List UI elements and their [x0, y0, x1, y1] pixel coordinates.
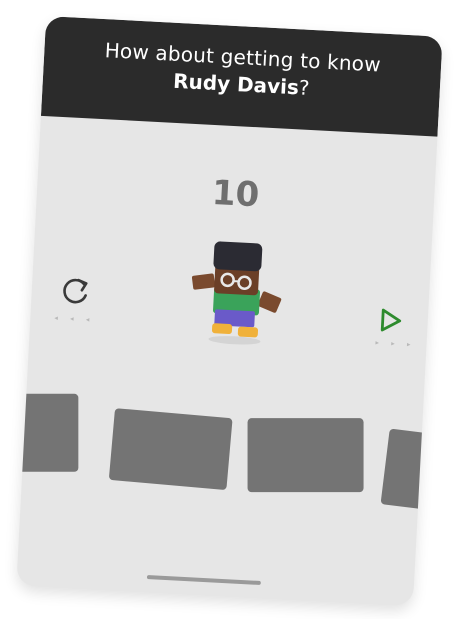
score-counter: 10 [210, 172, 261, 216]
player-character[interactable] [179, 234, 295, 350]
question-mark: ? [298, 75, 311, 100]
answer-tile[interactable] [16, 393, 79, 472]
avatar-sprite [191, 241, 282, 345]
play-icon [380, 308, 402, 332]
game-screen: How about getting to know Rudy Davis? 10… [0, 0, 459, 619]
left-hint-dots: ◂ ◂ ◂ [54, 313, 95, 324]
refresh-icon [63, 278, 88, 304]
game-card: How about getting to know Rudy Davis? 10… [16, 16, 443, 606]
retry-button[interactable]: ◂ ◂ ◂ [54, 270, 97, 332]
question-header: How about getting to know Rudy Davis? [40, 16, 443, 137]
answer-tiles [16, 383, 443, 518]
right-hint-dots: ▸ ▸ ▸ [375, 338, 416, 349]
answer-tile[interactable] [247, 418, 364, 493]
home-indicator[interactable] [146, 575, 261, 586]
answer-tile[interactable] [380, 428, 443, 512]
play-button[interactable]: ▸ ▸ ▸ [372, 305, 419, 367]
answer-tile[interactable] [108, 408, 233, 491]
person-name: Rudy Davis [172, 68, 300, 100]
